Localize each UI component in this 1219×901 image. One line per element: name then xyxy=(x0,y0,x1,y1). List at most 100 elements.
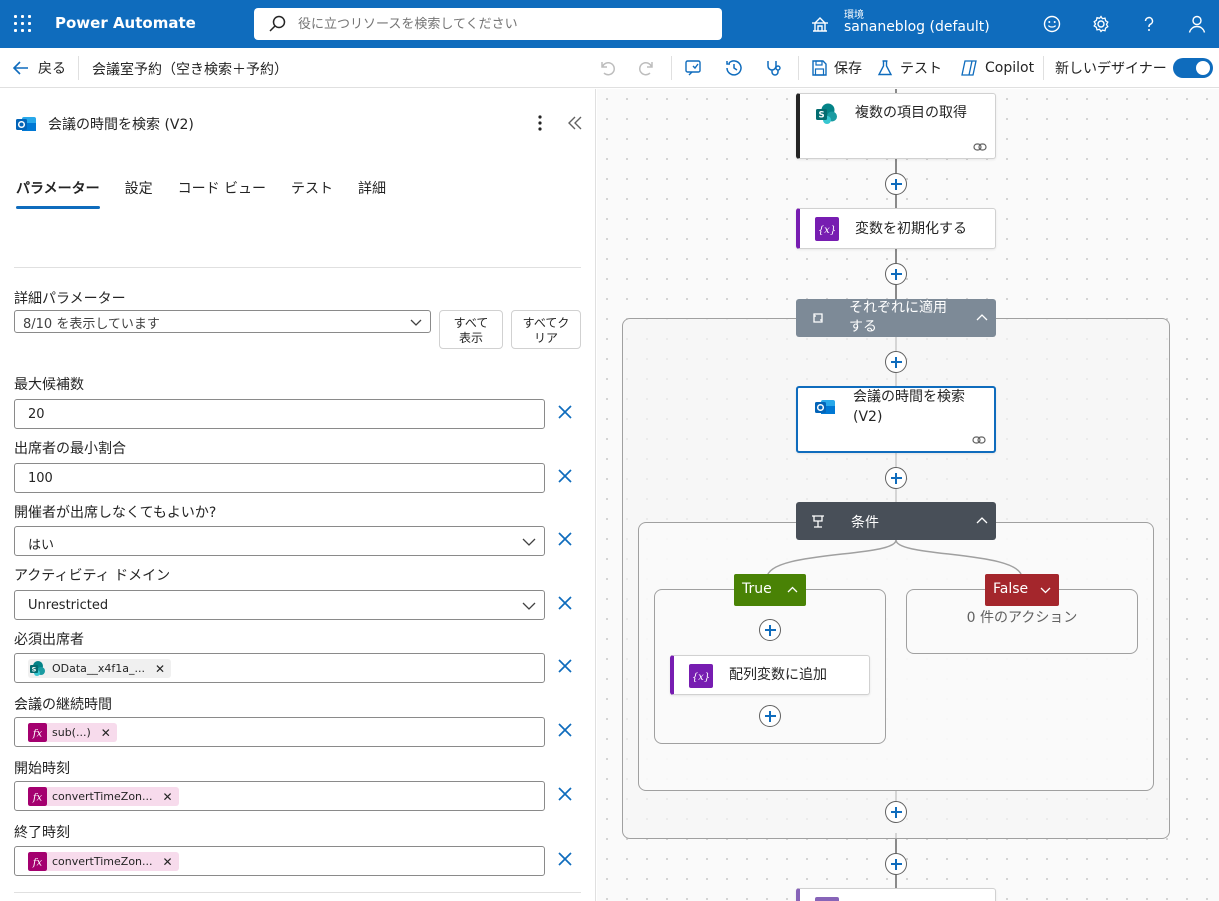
action-card-partial[interactable] xyxy=(796,888,996,901)
show-all-line2: 表示 xyxy=(458,331,483,345)
search-box[interactable] xyxy=(254,8,722,40)
action-card-find-meeting-times[interactable]: 会議の時間を検索 (V2) xyxy=(796,386,996,453)
meeting-duration-input[interactable]: fx sub(...) ✕ xyxy=(14,717,545,747)
flow-canvas[interactable]: S 複数の項目の取得 {x} 変数を初期化する それぞれに適用 する 会議の時間… xyxy=(597,89,1219,901)
required-attendees-input[interactable]: S OData__x4f1a_... ✕ xyxy=(14,653,545,683)
max-candidates-input[interactable]: 20 xyxy=(14,399,545,429)
apply-to-each-header[interactable]: それぞれに適用 する xyxy=(796,299,996,337)
history-icon[interactable] xyxy=(724,58,744,78)
add-action-button[interactable] xyxy=(759,705,781,727)
save-button[interactable]: 保存 xyxy=(810,57,862,79)
search-input[interactable] xyxy=(298,14,708,34)
tab-about[interactable]: 詳細 xyxy=(358,179,386,209)
flow-checker-icon[interactable] xyxy=(684,58,704,78)
gear-icon[interactable] xyxy=(1090,13,1112,35)
person-icon[interactable] xyxy=(1186,13,1208,35)
token-remove-icon[interactable]: ✕ xyxy=(101,726,111,740)
end-time-input[interactable]: fx convertTimeZon... ✕ xyxy=(14,846,545,876)
dynamic-content-token[interactable]: S OData__x4f1a_... ✕ xyxy=(28,659,172,678)
add-action-button[interactable] xyxy=(885,467,907,489)
help-icon[interactable] xyxy=(1138,13,1160,35)
close-icon[interactable] xyxy=(556,785,574,803)
add-action-button[interactable] xyxy=(759,619,781,641)
new-designer-toggle[interactable] xyxy=(1173,58,1213,78)
copilot-button[interactable]: Copilot xyxy=(959,57,1034,79)
action-card-get-items[interactable]: S 複数の項目の取得 xyxy=(796,93,996,159)
tab-settings[interactable]: 設定 xyxy=(125,179,153,209)
undo-icon[interactable] xyxy=(597,58,617,78)
waffle-icon[interactable] xyxy=(14,15,32,33)
sharepoint-icon: S xyxy=(816,103,837,124)
close-icon[interactable] xyxy=(556,530,574,548)
expression-token[interactable]: fx sub(...) ✕ xyxy=(28,723,117,742)
outlook-icon xyxy=(16,117,36,131)
tab-parameters[interactable]: パラメーター xyxy=(16,179,100,209)
redo-icon[interactable] xyxy=(637,58,657,78)
advanced-parameters-dropdown[interactable]: 8/10 を表示しています xyxy=(14,310,431,333)
environment-name[interactable]: sananeblog (default) xyxy=(844,19,990,35)
token-remove-icon[interactable]: ✕ xyxy=(163,790,173,804)
organizer-optional-select[interactable]: はい xyxy=(14,526,545,556)
variable-icon: {x} xyxy=(815,217,839,241)
close-icon[interactable] xyxy=(556,594,574,612)
add-action-button[interactable] xyxy=(885,351,907,373)
card-label: 会議の時間を検索 (V2) xyxy=(853,387,965,427)
tab-testing[interactable]: テスト xyxy=(291,179,333,209)
tab-code-view[interactable]: コード ビュー xyxy=(178,179,266,209)
divider xyxy=(14,267,581,268)
fx-icon: fx xyxy=(28,723,47,742)
panel-title[interactable]: 会議の時間を検索 (V2) xyxy=(48,114,194,134)
flow-name[interactable]: 会議室予約（空き検索＋予約） xyxy=(92,59,288,79)
false-branch-tag[interactable]: False xyxy=(985,574,1059,606)
add-action-button[interactable] xyxy=(885,173,907,195)
start-time-input[interactable]: fx convertTimeZon... ✕ xyxy=(14,781,545,811)
action-card-append-array[interactable]: {x} 配列変数に追加 xyxy=(670,655,870,695)
link-icon xyxy=(973,143,987,151)
arrow-left-icon xyxy=(12,61,28,75)
link-icon xyxy=(972,436,986,444)
chevron-down-icon xyxy=(410,319,422,326)
separator xyxy=(78,56,79,80)
back-button[interactable]: 戻る xyxy=(12,58,66,78)
stethoscope-icon[interactable] xyxy=(764,58,784,78)
svg-text:{x}: {x} xyxy=(692,672,710,683)
more-icon[interactable] xyxy=(532,113,548,133)
chevron-down-icon[interactable] xyxy=(1040,585,1051,595)
close-icon[interactable] xyxy=(556,403,574,421)
apply-to-each-line1: それぞれに適用 xyxy=(849,300,947,316)
close-icon[interactable] xyxy=(556,721,574,739)
card-label-line1: 会議の時間を検索 xyxy=(853,389,965,405)
test-button[interactable]: テスト xyxy=(876,57,942,79)
chevron-up-icon[interactable] xyxy=(976,312,988,324)
add-action-button[interactable] xyxy=(885,853,907,875)
expression-token[interactable]: fx convertTimeZon... ✕ xyxy=(28,852,179,871)
app-title[interactable]: Power Automate xyxy=(55,14,196,32)
token-label: convertTimeZon... xyxy=(52,790,153,803)
environment-icon[interactable] xyxy=(810,14,830,34)
collapse-panel-icon[interactable] xyxy=(566,114,584,132)
chevron-up-icon[interactable] xyxy=(976,515,988,527)
action-details-panel: 会議の時間を検索 (V2) パラメーター 設定 コード ビュー テスト 詳細 詳… xyxy=(0,89,596,901)
minimum-attendee-percentage-input[interactable]: 100 xyxy=(14,463,545,493)
expression-token[interactable]: fx convertTimeZon... ✕ xyxy=(28,787,179,806)
search-icon xyxy=(269,15,286,32)
close-icon[interactable] xyxy=(556,467,574,485)
field-label: 会議の継続時間 xyxy=(14,697,112,713)
condition-label: 条件 xyxy=(851,515,879,531)
token-remove-icon[interactable]: ✕ xyxy=(163,855,173,869)
field-label: 終了時刻 xyxy=(14,825,70,841)
close-icon[interactable] xyxy=(556,657,574,675)
add-action-button[interactable] xyxy=(885,263,907,285)
token-remove-icon[interactable]: ✕ xyxy=(155,662,165,676)
chevron-up-icon[interactable] xyxy=(787,585,798,595)
add-action-button[interactable] xyxy=(885,801,907,823)
true-branch-tag[interactable]: True xyxy=(734,574,806,606)
smiley-icon[interactable] xyxy=(1041,13,1063,35)
close-icon[interactable] xyxy=(556,850,574,868)
clear-all-button[interactable]: すべてク リア xyxy=(511,310,581,349)
action-card-initialize-variable[interactable]: {x} 変数を初期化する xyxy=(796,208,996,249)
field-label: 開始時刻 xyxy=(14,761,70,777)
show-all-button[interactable]: すべて 表示 xyxy=(439,310,503,349)
condition-header[interactable]: 条件 xyxy=(796,502,996,540)
activity-domain-select[interactable]: Unrestricted xyxy=(14,590,545,620)
